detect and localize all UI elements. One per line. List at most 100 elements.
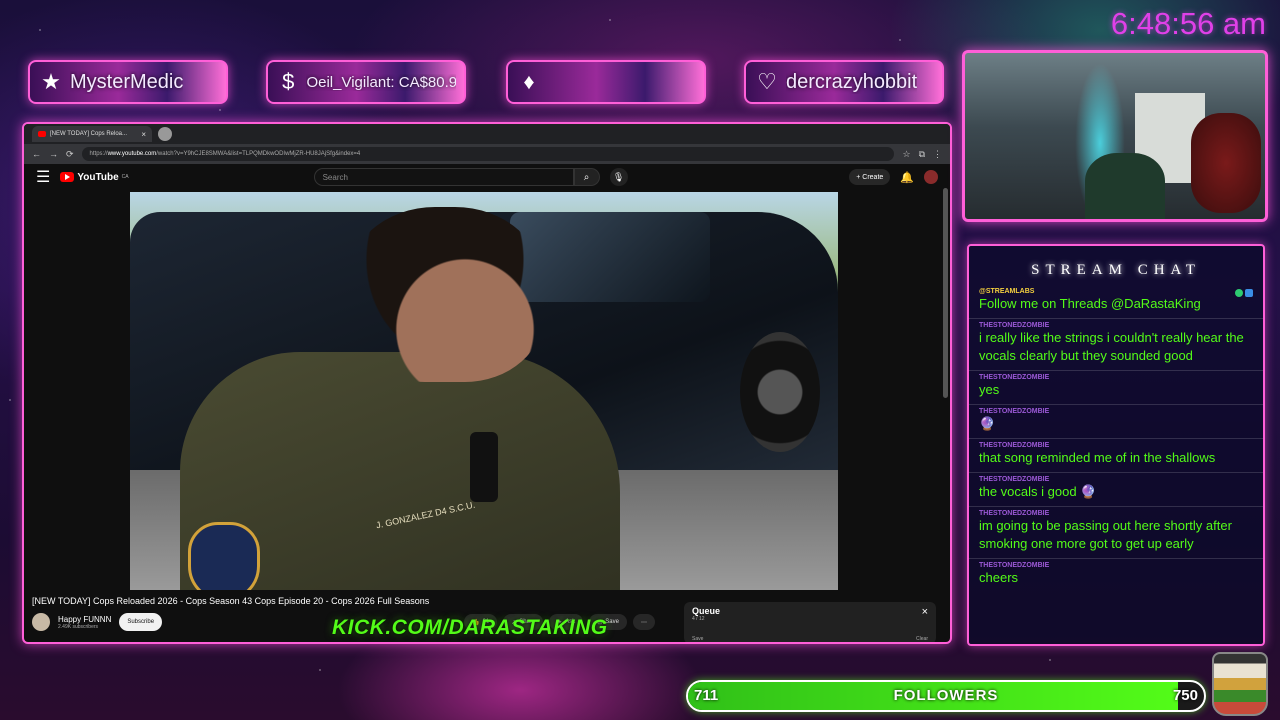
new-tab-button[interactable] — [158, 127, 172, 141]
followers-goal-bar: 711 FOLLOWERS 750 — [686, 680, 1206, 712]
queue-panel: Queue 4 / 12 × Save Clear — [684, 602, 936, 642]
url-field[interactable]: https://www.youtube.com/watch?v=Y9hCJE8S… — [81, 147, 895, 161]
url-host: www.youtube.com — [107, 151, 157, 157]
close-icon[interactable]: × — [141, 130, 146, 139]
chat-text: i really like the strings i couldn't rea… — [979, 330, 1244, 363]
search-placeholder: Search — [322, 172, 348, 182]
chat-message: THESTONEDZOMBIE that song reminded me of… — [969, 439, 1263, 473]
kick-channel-url: KICK.COM/DARASTAKING — [332, 616, 608, 639]
chat-badges — [1235, 289, 1253, 297]
chat-text: the vocals i good 🔮 — [979, 484, 1097, 499]
reload-icon[interactable]: ⟳ — [66, 149, 74, 160]
chat-message: @STREAMLABS Follow me on Threads @DaRast… — [969, 285, 1263, 319]
close-icon[interactable]: × — [922, 606, 928, 618]
extensions-icon[interactable]: ⧉ — [919, 149, 925, 160]
search-button[interactable]: ⌕ — [573, 168, 600, 186]
chat-text: 🔮 — [979, 416, 996, 431]
chat-message: THESTONEDZOMBIE i really like the string… — [969, 319, 1263, 371]
channel-subscribers: 2.49K subscribers — [58, 623, 99, 630]
queue-clear-button[interactable]: Clear — [916, 636, 928, 642]
chat-text: that song reminded me of in the shallows — [979, 450, 1216, 465]
browser-address-bar: ← → ⟳ https://www.youtube.com/watch?v=Y9… — [24, 144, 950, 164]
stream-chat-panel: STREAM CHAT @STREAMLABS Follow me on Thr… — [967, 244, 1265, 646]
chat-username: THESTONEDZOMBIE — [979, 476, 1050, 483]
alert-latest-gift: ♦ — [506, 60, 706, 104]
account-avatar[interactable] — [924, 170, 938, 184]
bell-icon[interactable]: 🔔 — [900, 171, 914, 184]
chat-username: THESTONEDZOMBIE — [979, 408, 1050, 415]
youtube-logo-text: YouTube — [77, 171, 119, 183]
webcam-chair — [1191, 113, 1261, 213]
video-frame-radio — [470, 432, 498, 502]
dollar-icon: $ — [282, 69, 295, 94]
queue-count: 4 / 12 — [692, 616, 705, 622]
video-frame-officer-head — [345, 207, 545, 382]
menu-kebab-icon[interactable]: ⋮ — [933, 149, 942, 160]
youtube-country-code: CA — [121, 174, 129, 180]
browser-capture: [NEW TODAY] Cops Reloa... × ← → ⟳ https:… — [22, 122, 952, 644]
chat-text: im going to be passing out here shortly … — [979, 518, 1232, 551]
followers-label: FOLLOWERS — [893, 687, 999, 704]
chat-message: THESTONEDZOMBIE 🔮 — [969, 405, 1263, 439]
sponsor-jar-image — [1212, 652, 1268, 716]
chat-username: THESTONEDZOMBIE — [979, 562, 1050, 569]
chat-text: Follow me on Threads @DaRastaKing — [979, 296, 1201, 311]
chat-username: THESTONEDZOMBIE — [979, 442, 1050, 449]
youtube-header: ☰ YouTube CA Search ⌕ 🎙 + Create 🔔 — [24, 164, 950, 190]
channel-name[interactable]: Happy FUNNN — [58, 615, 111, 624]
webcam-person — [1085, 153, 1165, 219]
alert-latest-subscriber: ♡ dercrazyhobbit — [744, 60, 944, 104]
stream-clock: 6:48:56 am — [1110, 6, 1266, 41]
youtube-logo[interactable]: YouTube CA — [60, 171, 129, 183]
queue-save-button[interactable]: Save — [692, 636, 703, 642]
alert-text: dercrazyhobbit — [786, 70, 918, 93]
browser-tab[interactable]: [NEW TODAY] Cops Reloa... × — [32, 126, 152, 142]
alert-latest-follower: ★ MysterMedic — [28, 60, 228, 104]
chat-message: THESTONEDZOMBIE im going to be passing o… — [969, 507, 1263, 559]
forward-icon[interactable]: → — [49, 149, 58, 159]
hamburger-menu-icon[interactable]: ☰ — [36, 167, 50, 187]
url-prefix: https:// — [89, 151, 108, 157]
page-scrollbar[interactable] — [943, 188, 948, 398]
verified-badge-icon — [1235, 289, 1243, 297]
back-icon[interactable]: ← — [32, 149, 41, 159]
channel-meta: Happy FUNNN 2.49K subscribers — [58, 615, 111, 630]
chat-username: THESTONEDZOMBIE — [979, 322, 1050, 329]
voice-search-button[interactable]: 🎙 — [609, 168, 628, 186]
platform-badge-icon — [1245, 289, 1253, 297]
chat-message: THESTONEDZOMBIE the vocals i good 🔮 — [969, 473, 1263, 507]
alert-latest-donation: $ Oeil_Vigilant: CA$80.94 — [266, 60, 466, 104]
more-button[interactable]: ⋯ — [632, 614, 655, 630]
chat-username: THESTONEDZOMBIE — [979, 510, 1050, 517]
star-icon: ★ — [41, 69, 61, 94]
followers-goal-count: 750 — [1172, 687, 1198, 704]
url-path: /watch?v=Y9hCJE8SMWA&list=TLPQMDkwODIwMj… — [156, 151, 361, 157]
video-player[interactable]: J. GONZALEZ D4 S.C.U. — [130, 192, 838, 590]
alert-text: MysterMedic — [70, 70, 184, 93]
video-frame-wheel — [740, 332, 820, 452]
heart-icon: ♡ — [757, 69, 777, 94]
tab-title: [NEW TODAY] Cops Reloa... — [50, 131, 128, 137]
diamond-icon: ♦ — [523, 69, 535, 94]
youtube-search-input[interactable]: Search — [313, 168, 574, 186]
webcam-feed — [962, 50, 1268, 222]
bookmark-star-icon[interactable]: ☆ — [902, 149, 910, 160]
chat-title: STREAM CHAT — [1031, 262, 1201, 278]
chat-message: THESTONEDZOMBIE yes — [969, 371, 1263, 405]
browser-tabbar: [NEW TODAY] Cops Reloa... × — [24, 124, 950, 144]
channel-avatar[interactable] — [32, 613, 50, 631]
microphone-icon: 🎙 — [612, 171, 625, 182]
search-icon: ⌕ — [583, 171, 590, 183]
queue-title: Queue — [692, 606, 721, 616]
youtube-favicon-icon — [38, 131, 46, 137]
subscribe-button[interactable]: Subscribe — [119, 613, 163, 631]
chat-message: THESTONEDZOMBIE cheers — [969, 559, 1263, 592]
alert-text: Oeil_Vigilant: CA$80.94 — [306, 73, 456, 91]
chat-text: yes — [979, 382, 1000, 397]
chat-username: @STREAMLABS — [979, 288, 1035, 295]
youtube-play-icon — [60, 172, 75, 182]
create-button[interactable]: + Create — [849, 169, 891, 185]
chat-message-list: @STREAMLABS Follow me on Threads @DaRast… — [969, 285, 1263, 592]
chat-text: cheers — [979, 570, 1019, 585]
video-frame-shoulder-patch — [188, 522, 260, 590]
